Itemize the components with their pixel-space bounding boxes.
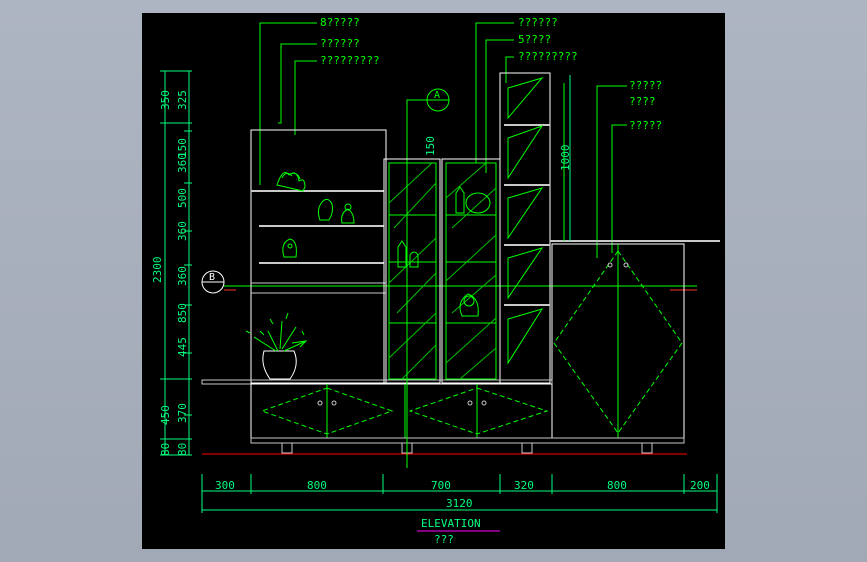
dim-horizontal-4: 320: [514, 479, 534, 492]
section-marker-b-label: B: [209, 272, 215, 283]
dim-vertical-inner-1: 325: [176, 90, 189, 110]
callout-right-1: ?????: [629, 79, 662, 92]
tall-shelf-column: [499, 72, 551, 384]
dim-vertical-upper: 350: [159, 90, 172, 110]
section-marker-b: B: [201, 270, 697, 294]
callout-right-2: ????: [629, 95, 656, 108]
cad-viewport[interactable]: 8????? ?????? ????????? ?????? 5???? ???…: [142, 13, 725, 549]
dim-column-height: 1000: [559, 145, 572, 172]
dim-horizontal-1: 300: [215, 479, 235, 492]
drawing-title: ELEVATION: [421, 517, 481, 530]
decor-plant-vase: [245, 312, 308, 380]
vertical-dimension-lines: [160, 70, 192, 456]
section-marker-a-label: A: [434, 90, 440, 101]
left-shelving: [250, 129, 387, 384]
callout-left-3: ?????????: [320, 54, 380, 67]
callout-right-3: ?????: [629, 119, 662, 132]
callout-mid-3: ?????????: [518, 50, 578, 63]
dim-top-gap: 150: [424, 136, 437, 156]
callout-left-2: ??????: [320, 37, 360, 50]
dim-vertical-lower: 450: [159, 405, 172, 425]
callout-mid-2: 5????: [518, 33, 551, 46]
dim-vertical-base: 80: [159, 443, 172, 456]
right-tall-cabinet: [550, 240, 720, 439]
dim-horizontal-total: 3120: [446, 497, 473, 510]
dim-vertical-total: 2300: [151, 257, 164, 284]
glass-cabinet-right: [441, 158, 501, 384]
dim-horizontal-2: 800: [307, 479, 327, 492]
dim-horizontal-3: 700: [431, 479, 451, 492]
dim-vertical-inner-8: 445: [176, 337, 189, 357]
dim-horizontal-5: 800: [607, 479, 627, 492]
callout-left-1: 8?????: [320, 16, 360, 29]
dim-vertical-inner-7: 850: [176, 303, 189, 323]
decor-figurines: [276, 172, 355, 258]
elevation-drawing: 8????? ?????? ????????? ?????? 5???? ???…: [151, 16, 720, 546]
dim-vertical-inner-5: 360: [176, 221, 189, 241]
dim-vertical-inner-6: 360: [176, 266, 189, 286]
dim-vertical-inner-4: 500: [176, 188, 189, 208]
dim-vertical-inner-9: 370: [176, 403, 189, 423]
glass-cabinet-left: [383, 158, 441, 384]
base-cabinets: [201, 379, 685, 454]
dim-horizontal-6: 200: [690, 479, 710, 492]
dim-vertical-inner-3: 360: [176, 153, 189, 173]
callout-mid-1: ??????: [518, 16, 558, 29]
drawing-subtitle: ???: [434, 533, 454, 546]
dim-vertical-inner-10: 80: [176, 443, 189, 456]
